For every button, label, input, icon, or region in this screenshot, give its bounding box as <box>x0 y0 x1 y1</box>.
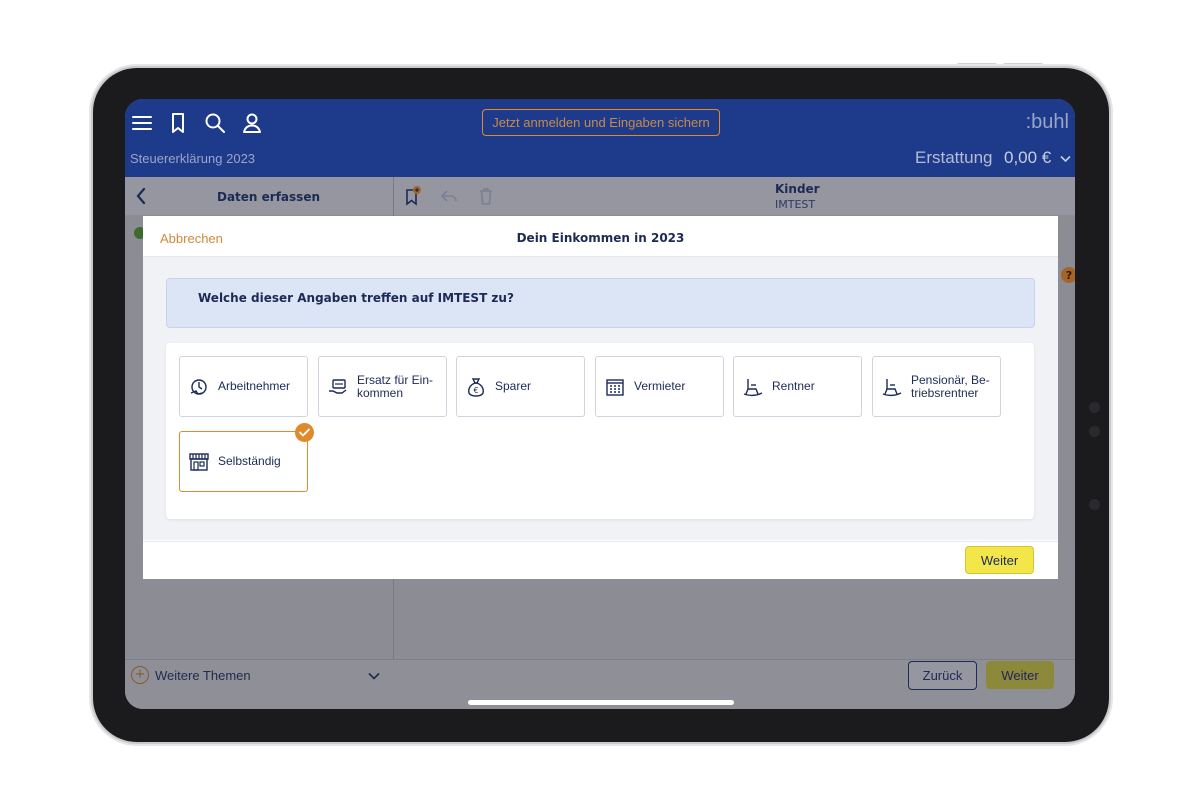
refund-amount[interactable]: 0,00 € <box>1004 148 1051 168</box>
option-selbstaendig[interactable]: Selbständig <box>179 423 314 492</box>
option-arbeitnehmer[interactable]: Arbeitnehmer <box>179 356 308 417</box>
chevron-left-icon[interactable] <box>135 187 147 205</box>
option-ersatz-fuer-einkommen[interactable]: Ersatz für Ein- kommen <box>318 356 447 417</box>
rocking-chair-icon <box>882 378 902 396</box>
home-indicator[interactable] <box>468 700 734 705</box>
option-label: Pensionär, Be- triebsrentner <box>911 372 990 400</box>
option-label: Arbeitnehmer <box>218 379 291 393</box>
brand-logo: :buhl <box>1025 111 1069 133</box>
undo-icon[interactable] <box>440 186 458 206</box>
employee-icon <box>190 378 207 395</box>
svg-text:€: € <box>473 386 478 395</box>
plus-icon: + <box>131 666 149 684</box>
check-icon <box>295 423 314 442</box>
income-modal: Abbrechen Dein Einkommen in 2023 Welche … <box>143 216 1058 579</box>
modal-body: Welche dieser Angaben treffen auf IMTEST… <box>143 257 1058 540</box>
bookmark-add-icon[interactable] <box>404 186 422 206</box>
modal-next-button[interactable]: Weiter <box>965 546 1034 574</box>
more-topics-label: Weitere Themen <box>155 667 251 683</box>
shop-icon <box>189 452 209 471</box>
bookmark-icon[interactable] <box>166 111 190 135</box>
money-bag-icon: € <box>468 377 484 397</box>
device-sensor <box>1089 499 1100 510</box>
next-button[interactable]: Weiter <box>986 661 1054 689</box>
refund-label: Erstattung <box>915 148 993 167</box>
menu-icon[interactable] <box>130 111 154 135</box>
login-button[interactable]: Jetzt anmelden und Eingaben sichern <box>482 109 720 136</box>
modal-footer: Weiter <box>143 541 1058 579</box>
question-text: Welche dieser Angaben treffen auf IMTEST… <box>198 291 514 305</box>
user-icon[interactable] <box>240 111 264 135</box>
document-title: Steuererklärung 2023 <box>130 151 256 166</box>
options-panel: Arbeitnehmer Ersatz für Ein- kommen € Sp… <box>166 343 1034 519</box>
more-topics-button[interactable]: + Weitere Themen <box>131 666 251 684</box>
help-icon[interactable]: ? <box>1061 267 1075 283</box>
app-screen: Jetzt anmelden und Eingaben sichern :buh… <box>125 99 1075 709</box>
modal-header: Abbrechen Dein Einkommen in 2023 <box>143 216 1058 257</box>
modal-title: Dein Einkommen in 2023 <box>516 231 685 245</box>
chevron-down-icon[interactable] <box>368 672 380 680</box>
option-rentner[interactable]: Rentner <box>733 356 862 417</box>
option-pensionaer-betriebsrentner[interactable]: Pensionär, Be- triebsrentner <box>872 356 1001 417</box>
device-sensor <box>1089 402 1100 413</box>
search-icon[interactable] <box>203 111 227 135</box>
option-sparer[interactable]: € Sparer <box>456 356 585 417</box>
option-label: Selbständig <box>218 454 281 468</box>
question-box: Welche dieser Angaben treffen auf IMTEST… <box>166 278 1035 328</box>
device-sensor <box>1089 426 1100 437</box>
app-header: Jetzt anmelden und Eingaben sichern :buh… <box>125 99 1075 177</box>
option-label: Rentner <box>772 379 815 393</box>
back-button[interactable]: Zurück <box>908 661 977 690</box>
option-label: Vermieter <box>634 379 686 393</box>
content-header <box>394 177 1075 215</box>
left-panel-title: Daten erfassen <box>217 190 320 204</box>
income-replacement-icon <box>329 378 347 394</box>
content-person-name: IMTEST <box>775 198 816 211</box>
option-vermieter[interactable]: Vermieter <box>595 356 724 417</box>
rocking-chair-icon <box>743 378 763 396</box>
content-section-title: Kinder <box>775 182 820 196</box>
trash-icon[interactable] <box>477 186 495 206</box>
option-label: Ersatz für Ein- kommen <box>357 372 434 400</box>
option-label: Sparer <box>495 379 532 393</box>
chevron-down-icon[interactable] <box>1060 155 1071 163</box>
building-icon <box>606 378 624 396</box>
